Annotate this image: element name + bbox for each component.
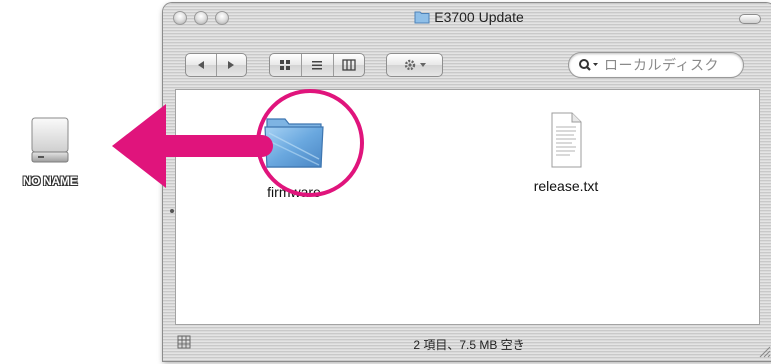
highlight-circle	[256, 89, 364, 197]
annotation-overlay	[112, 89, 364, 197]
drag-arrow	[112, 104, 273, 188]
